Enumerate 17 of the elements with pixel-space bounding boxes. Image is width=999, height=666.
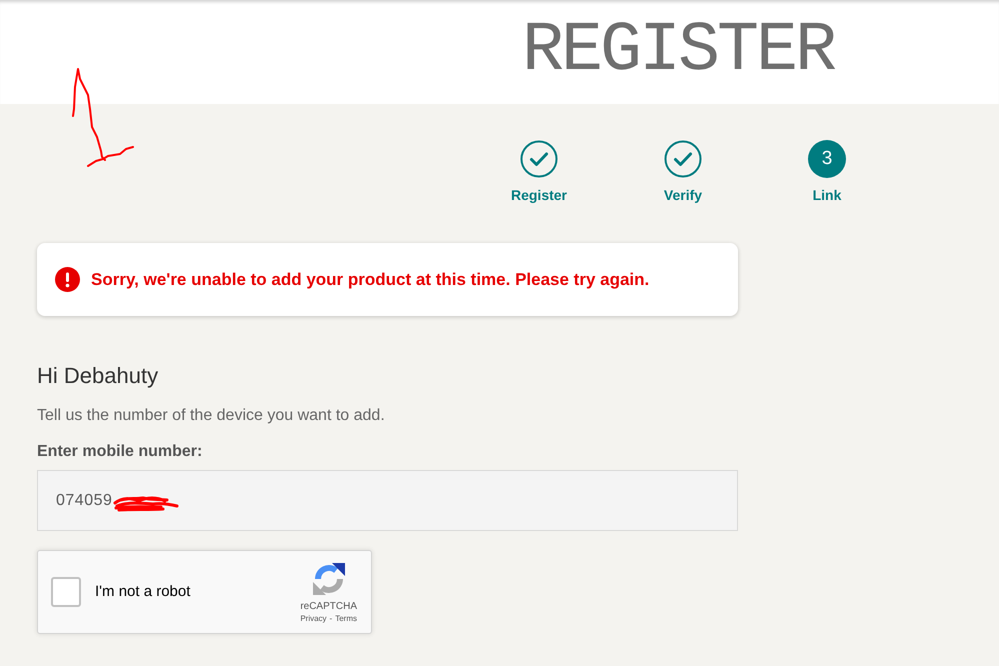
alert-message: Sorry, we're unable to add your product at this time. Please try again. xyxy=(91,268,650,291)
page-title: REGISTER xyxy=(522,12,834,91)
field-label: Enter mobile number: xyxy=(37,442,202,462)
link-separator: - xyxy=(330,612,332,624)
instruction-text: Tell us the number of the device you want to add. xyxy=(37,406,385,426)
terms-link[interactable]: Terms xyxy=(335,612,357,624)
captcha-label: I'm not a robot xyxy=(95,582,190,602)
step-number: 3 xyxy=(808,140,846,178)
step-label: Verify xyxy=(664,187,702,203)
step-label: Register xyxy=(510,187,568,203)
greeting-heading: Hi Debahuty xyxy=(37,362,158,390)
privacy-link[interactable]: Privacy xyxy=(300,612,327,624)
circular-arrows-icon xyxy=(310,560,347,596)
step-label: Link xyxy=(812,187,842,203)
captcha-brand: reCAPTCHA xyxy=(300,600,357,612)
captcha-checkbox[interactable] xyxy=(51,577,81,607)
mobile-number-field[interactable]: 074059 xyxy=(37,470,738,531)
